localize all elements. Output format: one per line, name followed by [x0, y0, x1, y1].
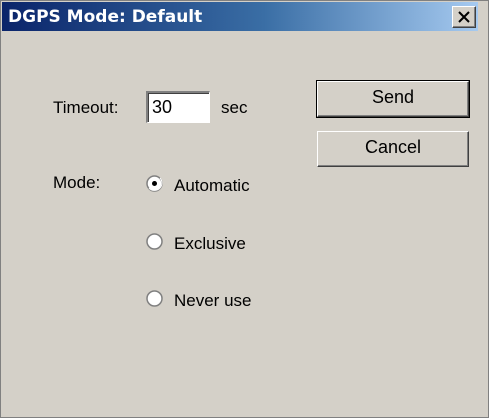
- timeout-label: Timeout:: [53, 98, 119, 117]
- radio-button-icon[interactable]: [146, 290, 163, 307]
- dgps-mode-dialog: DGPS Mode: Default Timeout: sec Mode: Au…: [0, 0, 489, 418]
- mode-option-label: Never use: [174, 291, 252, 310]
- timeout-unit: sec: [221, 98, 248, 117]
- close-icon: [458, 11, 470, 23]
- close-button[interactable]: [452, 6, 476, 28]
- timeout-field[interactable]: [146, 91, 210, 123]
- mode-option-label: Exclusive: [174, 234, 246, 253]
- radio-button-icon[interactable]: [146, 175, 163, 192]
- mode-option-label: Automatic: [174, 176, 250, 195]
- cancel-button[interactable]: Cancel: [317, 131, 469, 167]
- send-button[interactable]: Send: [316, 80, 470, 118]
- title-bar: DGPS Mode: Default: [2, 2, 478, 31]
- radio-button-icon[interactable]: [146, 233, 163, 250]
- mode-label: Mode:: [53, 173, 101, 192]
- window-title: DGPS Mode: Default: [8, 7, 203, 27]
